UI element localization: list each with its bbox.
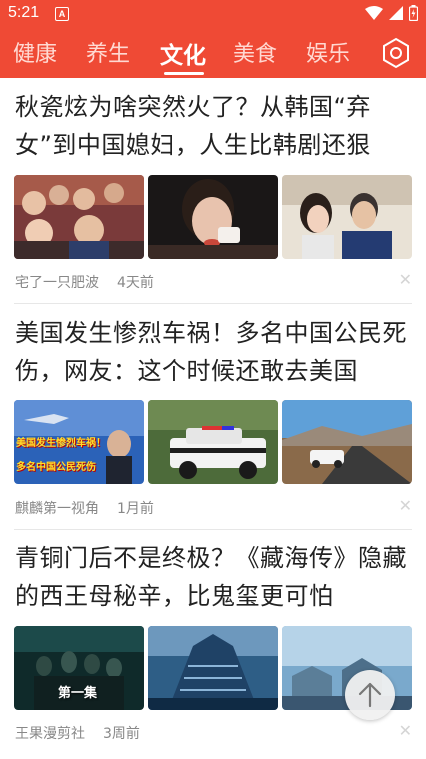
wifi-icon — [365, 6, 383, 20]
arrow-up-icon — [358, 682, 382, 708]
image-caption: 多名中国公民死伤 — [16, 462, 96, 473]
image-caption: 美国发生惨烈车祸！ — [16, 438, 106, 449]
article-time: 1月前 — [117, 501, 154, 517]
article-image[interactable] — [148, 400, 278, 484]
article-image[interactable] — [148, 175, 278, 259]
article-image[interactable]: 美国发生惨烈车祸！ 多名中国公民死伤 — [14, 400, 144, 484]
scroll-to-top-button[interactable] — [345, 670, 395, 720]
article-meta: 王果漫剪社 3周前 — [15, 723, 140, 743]
article-author: 麒麟第一视角 — [15, 501, 99, 517]
article-image[interactable] — [14, 175, 144, 259]
tab-culture[interactable]: 文化 — [160, 36, 206, 70]
article-meta: 麒麟第一视角 1月前 — [15, 498, 154, 518]
article-time: 4天前 — [117, 275, 154, 291]
tab-health[interactable]: 健康 — [13, 36, 57, 68]
tab-entertainment[interactable]: 娱乐 — [306, 36, 350, 68]
settings-hexagon-icon[interactable] — [380, 37, 412, 69]
article-author: 王果漫剪社 — [15, 726, 85, 742]
notification-badge-icon: A — [55, 7, 69, 21]
status-icons — [365, 5, 418, 21]
article-meta: 宅了一只肥波 4天前 — [15, 272, 154, 292]
close-icon[interactable]: ✕ — [399, 496, 412, 515]
article-author: 宅了一只肥波 — [15, 275, 99, 291]
status-time: 5:21 — [8, 4, 40, 21]
article-image[interactable] — [148, 626, 278, 710]
article-time: 3周前 — [103, 726, 140, 742]
signal-icon — [389, 6, 403, 20]
article-thumbnails[interactable]: 美国发生惨烈车祸！ 多名中国公民死伤 — [14, 400, 412, 484]
status-bar: 5:21 A — [0, 0, 426, 28]
active-tab-indicator — [164, 72, 204, 75]
battery-icon — [409, 5, 418, 21]
divider — [14, 529, 412, 530]
category-tab-bar: 健康 养生 文化 美食 娱乐 — [0, 28, 426, 78]
tab-food[interactable]: 美食 — [233, 36, 277, 68]
article-title[interactable]: 青铜门后不是终极？《藏海传》隐藏的西王母秘辛，比鬼玺更可怕 — [15, 539, 415, 615]
article-thumbnails[interactable] — [14, 175, 412, 259]
close-icon[interactable]: ✕ — [399, 270, 412, 289]
article-title[interactable]: 秋瓷炫为啥突然火了？从韩国“弃女”到中国媳妇，人生比韩剧还狠 — [15, 88, 415, 164]
image-caption: 第一集 — [58, 686, 98, 701]
close-icon[interactable]: ✕ — [399, 721, 412, 740]
article-image[interactable] — [282, 175, 412, 259]
article-image[interactable]: 第一集 — [14, 626, 144, 710]
divider — [14, 303, 412, 304]
tab-wellness[interactable]: 养生 — [86, 36, 130, 68]
article-title[interactable]: 美国发生惨烈车祸！多名中国公民死伤，网友：这个时候还敢去美国 — [15, 314, 415, 390]
article-image[interactable] — [282, 400, 412, 484]
